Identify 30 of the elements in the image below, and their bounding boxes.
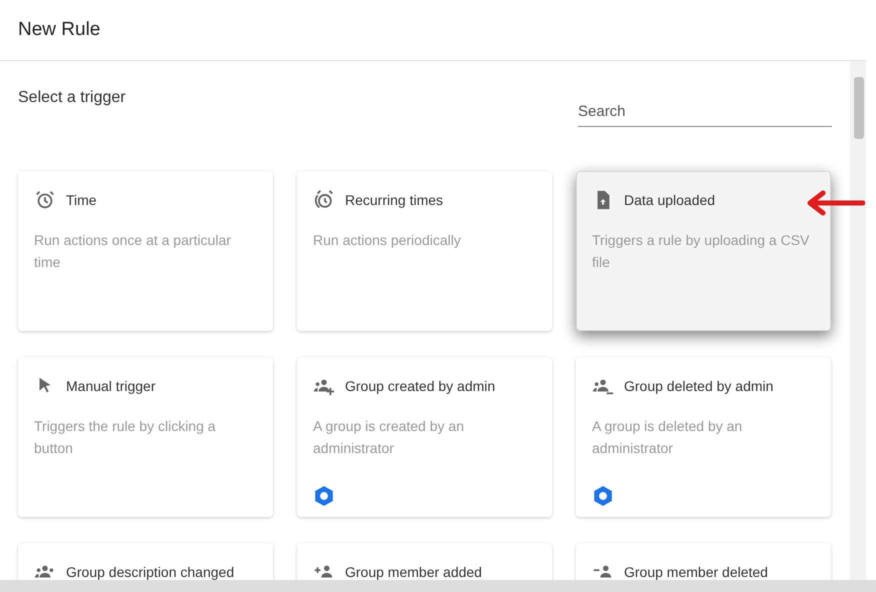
trigger-title: Group member deleted — [624, 564, 768, 580]
trigger-card[interactable]: Manual trigger Triggers the rule by clicking a button — [18, 357, 273, 517]
trigger-title: Group deleted by admin — [624, 378, 774, 394]
trigger-card[interactable]: Group member added — [297, 543, 552, 580]
section-title: Select a trigger — [18, 89, 126, 107]
trigger-title: Recurring times — [345, 192, 444, 208]
trigger-card[interactable]: Group created by admin A group is created by an administrator — [297, 357, 552, 517]
trigger-title: Group description changed — [66, 564, 234, 580]
dialog-title: New Rule — [18, 19, 100, 41]
trigger-card[interactable]: Time Run actions once at a particular time — [18, 171, 273, 331]
trigger-description: Triggers a rule by uploading a CSV file — [592, 231, 810, 272]
trigger-title: Group created by admin — [345, 378, 496, 394]
arrow-annotation — [805, 190, 865, 216]
alarm-clock-icon — [34, 189, 56, 211]
trigger-card[interactable]: Group description changed — [18, 543, 273, 580]
trigger-card[interactable]: Group deleted by admin A group is deleted by an administrator — [576, 357, 831, 517]
trigger-title: Time — [66, 192, 97, 208]
trigger-description: Triggers the rule by clicking a button — [34, 417, 217, 458]
trigger-title: Manual trigger — [66, 378, 156, 394]
trigger-title: Group member added — [345, 564, 482, 580]
alarm-clock-icon — [313, 189, 335, 211]
trigger-card[interactable]: Data uploaded Triggers a rule by uploading a CSV file — [576, 171, 831, 331]
trigger-title: Data uploaded — [624, 192, 716, 208]
trigger-card[interactable]: Recurring times Run actions periodically — [297, 171, 552, 331]
trigger-description: Run actions periodically — [313, 231, 462, 250]
trigger-description: A group is created by an administrator — [313, 417, 465, 458]
trigger-description: A group is deleted by an administrator — [592, 417, 744, 458]
trigger-card[interactable]: Group member deleted — [576, 543, 831, 580]
scrollbar[interactable] — [850, 61, 866, 580]
trigger-description: Run actions once at a particular time — [34, 231, 232, 272]
